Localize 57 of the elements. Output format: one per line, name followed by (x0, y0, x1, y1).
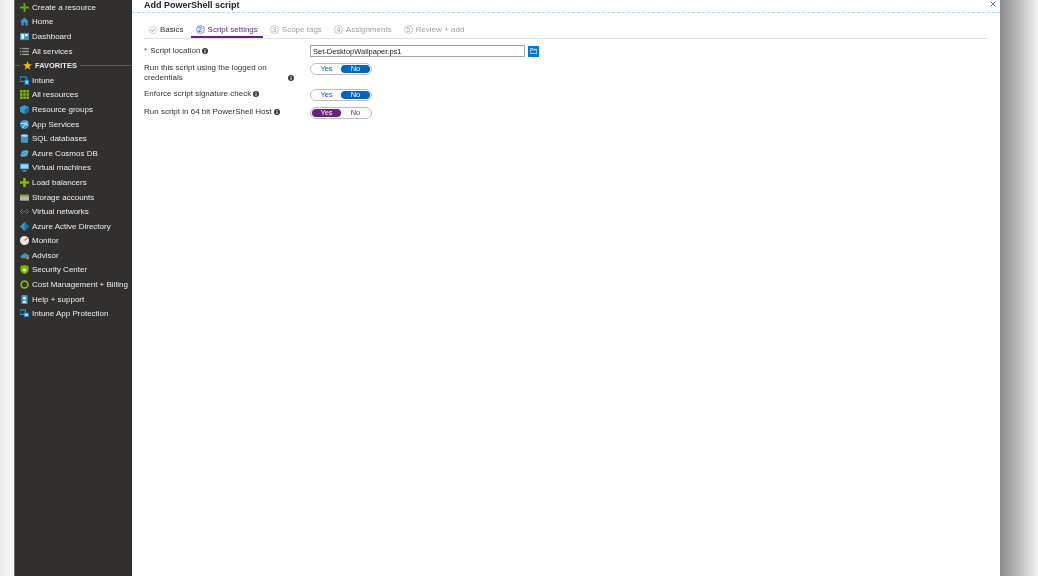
info-icon (288, 75, 294, 81)
person-icon (20, 294, 29, 304)
sidebar-item[interactable]: App Services (15, 116, 132, 132)
panel-title: Add PowerShell script (144, 0, 240, 11)
house-icon (20, 17, 29, 27)
field-label: Run this script using the logged on credentials (144, 63, 268, 83)
cube-icon (20, 104, 29, 114)
field-label: Script location (150, 46, 201, 56)
sidebar-item[interactable]: SQL databases (15, 131, 132, 146)
sidebar-item[interactable]: Monitor (15, 233, 132, 249)
database-icon (20, 134, 29, 144)
sidebar-item[interactable]: Help + support (15, 291, 132, 307)
sidebar-item[interactable]: Load balancers (15, 175, 132, 190)
sidebar-item[interactable]: Create a resource (15, 0, 132, 15)
info-icon (273, 109, 280, 115)
required-mark: * (144, 46, 148, 56)
field-label: Run script in 64 bit PowerShell Host (144, 107, 272, 117)
sidebar-item[interactable]: Azure Cosmos DB (15, 145, 132, 161)
arrows-icon (20, 207, 29, 217)
sidebar-item[interactable]: Storage accounts (15, 189, 132, 205)
dashboard-icon (20, 32, 29, 41)
sidebar-item[interactable]: Virtual machines (15, 160, 132, 176)
sidebar-item[interactable]: Security Center (15, 262, 132, 278)
sidebar-item[interactable]: Intune (15, 72, 132, 88)
sidebar-item[interactable]: Resource groups (15, 102, 132, 117)
info-icon (202, 48, 209, 54)
planet-icon (20, 148, 29, 158)
devices-icon (20, 75, 29, 85)
tab[interactable]: Basics (144, 23, 189, 38)
cloud-icon (20, 250, 29, 260)
monitor-icon (20, 163, 29, 173)
star-icon (23, 61, 32, 71)
sidebar-item[interactable]: Dashboard (15, 29, 132, 44)
sidebar-item[interactable]: Cost Management + Billing (15, 277, 132, 292)
folder-icon (530, 48, 537, 54)
devices-icon (20, 309, 29, 319)
browse-button[interactable] (528, 45, 539, 57)
shield-icon (20, 265, 29, 275)
sidebar-item[interactable]: Advisor (15, 248, 132, 263)
grid-icon (20, 90, 29, 100)
diamond-icon (20, 221, 29, 231)
list-icon (20, 46, 29, 56)
storage-icon (20, 192, 29, 202)
plus-icon (20, 2, 29, 12)
cross-icon (20, 177, 29, 187)
ring-icon (20, 280, 29, 290)
sidebar-item[interactable]: Azure Active Directory (15, 218, 132, 234)
info-icon (253, 91, 260, 97)
globe-icon (20, 119, 29, 129)
sidebar-item[interactable]: Home (15, 14, 132, 30)
close-icon[interactable] (990, 1, 996, 7)
sidebar-item[interactable]: All services (15, 43, 132, 59)
sidebar-item[interactable]: Intune App Protection (15, 306, 132, 322)
sidebar-item[interactable]: All resources (15, 87, 132, 103)
gauge-icon (20, 236, 29, 246)
field-label: Enforce script signature check (144, 89, 252, 99)
sidebar-item[interactable]: Virtual networks (15, 204, 132, 219)
